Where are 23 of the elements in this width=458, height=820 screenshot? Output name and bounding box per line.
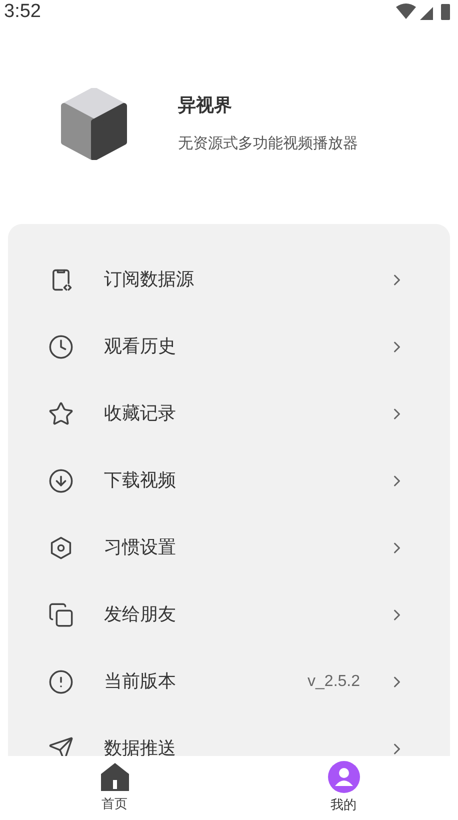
clock-icon (48, 334, 74, 360)
hexagon-icon (48, 534, 74, 560)
menu-item[interactable]: 下载视频 (8, 447, 450, 514)
home-icon (100, 762, 130, 792)
menu-item[interactable]: 习惯设置 (8, 514, 450, 581)
download-icon (48, 468, 74, 494)
star-icon (48, 400, 74, 426)
app-logo (60, 88, 128, 160)
user-icon (328, 761, 360, 794)
nav-tab[interactable]: 我的 (229, 756, 458, 820)
copy-icon (48, 602, 74, 628)
menu-item[interactable]: 订阅数据源 (8, 246, 450, 313)
menu-item[interactable]: 发给朋友 (8, 581, 450, 648)
nav-tab[interactable]: 首页 (0, 756, 229, 820)
menu-item[interactable]: 当前版本 v_2.5.2 (8, 648, 450, 715)
version-text: v_2.5.2 (308, 672, 360, 692)
alert-icon (48, 668, 74, 694)
status-time: 3:52 (4, 0, 41, 24)
menu-item[interactable]: 收藏记录 (8, 380, 450, 447)
app-title: 异视界 (178, 94, 233, 118)
app-subtitle: 无资源式多功能视频播放器 (178, 134, 358, 154)
send-icon (48, 736, 74, 756)
menu-item[interactable]: 观看历史 (8, 313, 450, 380)
